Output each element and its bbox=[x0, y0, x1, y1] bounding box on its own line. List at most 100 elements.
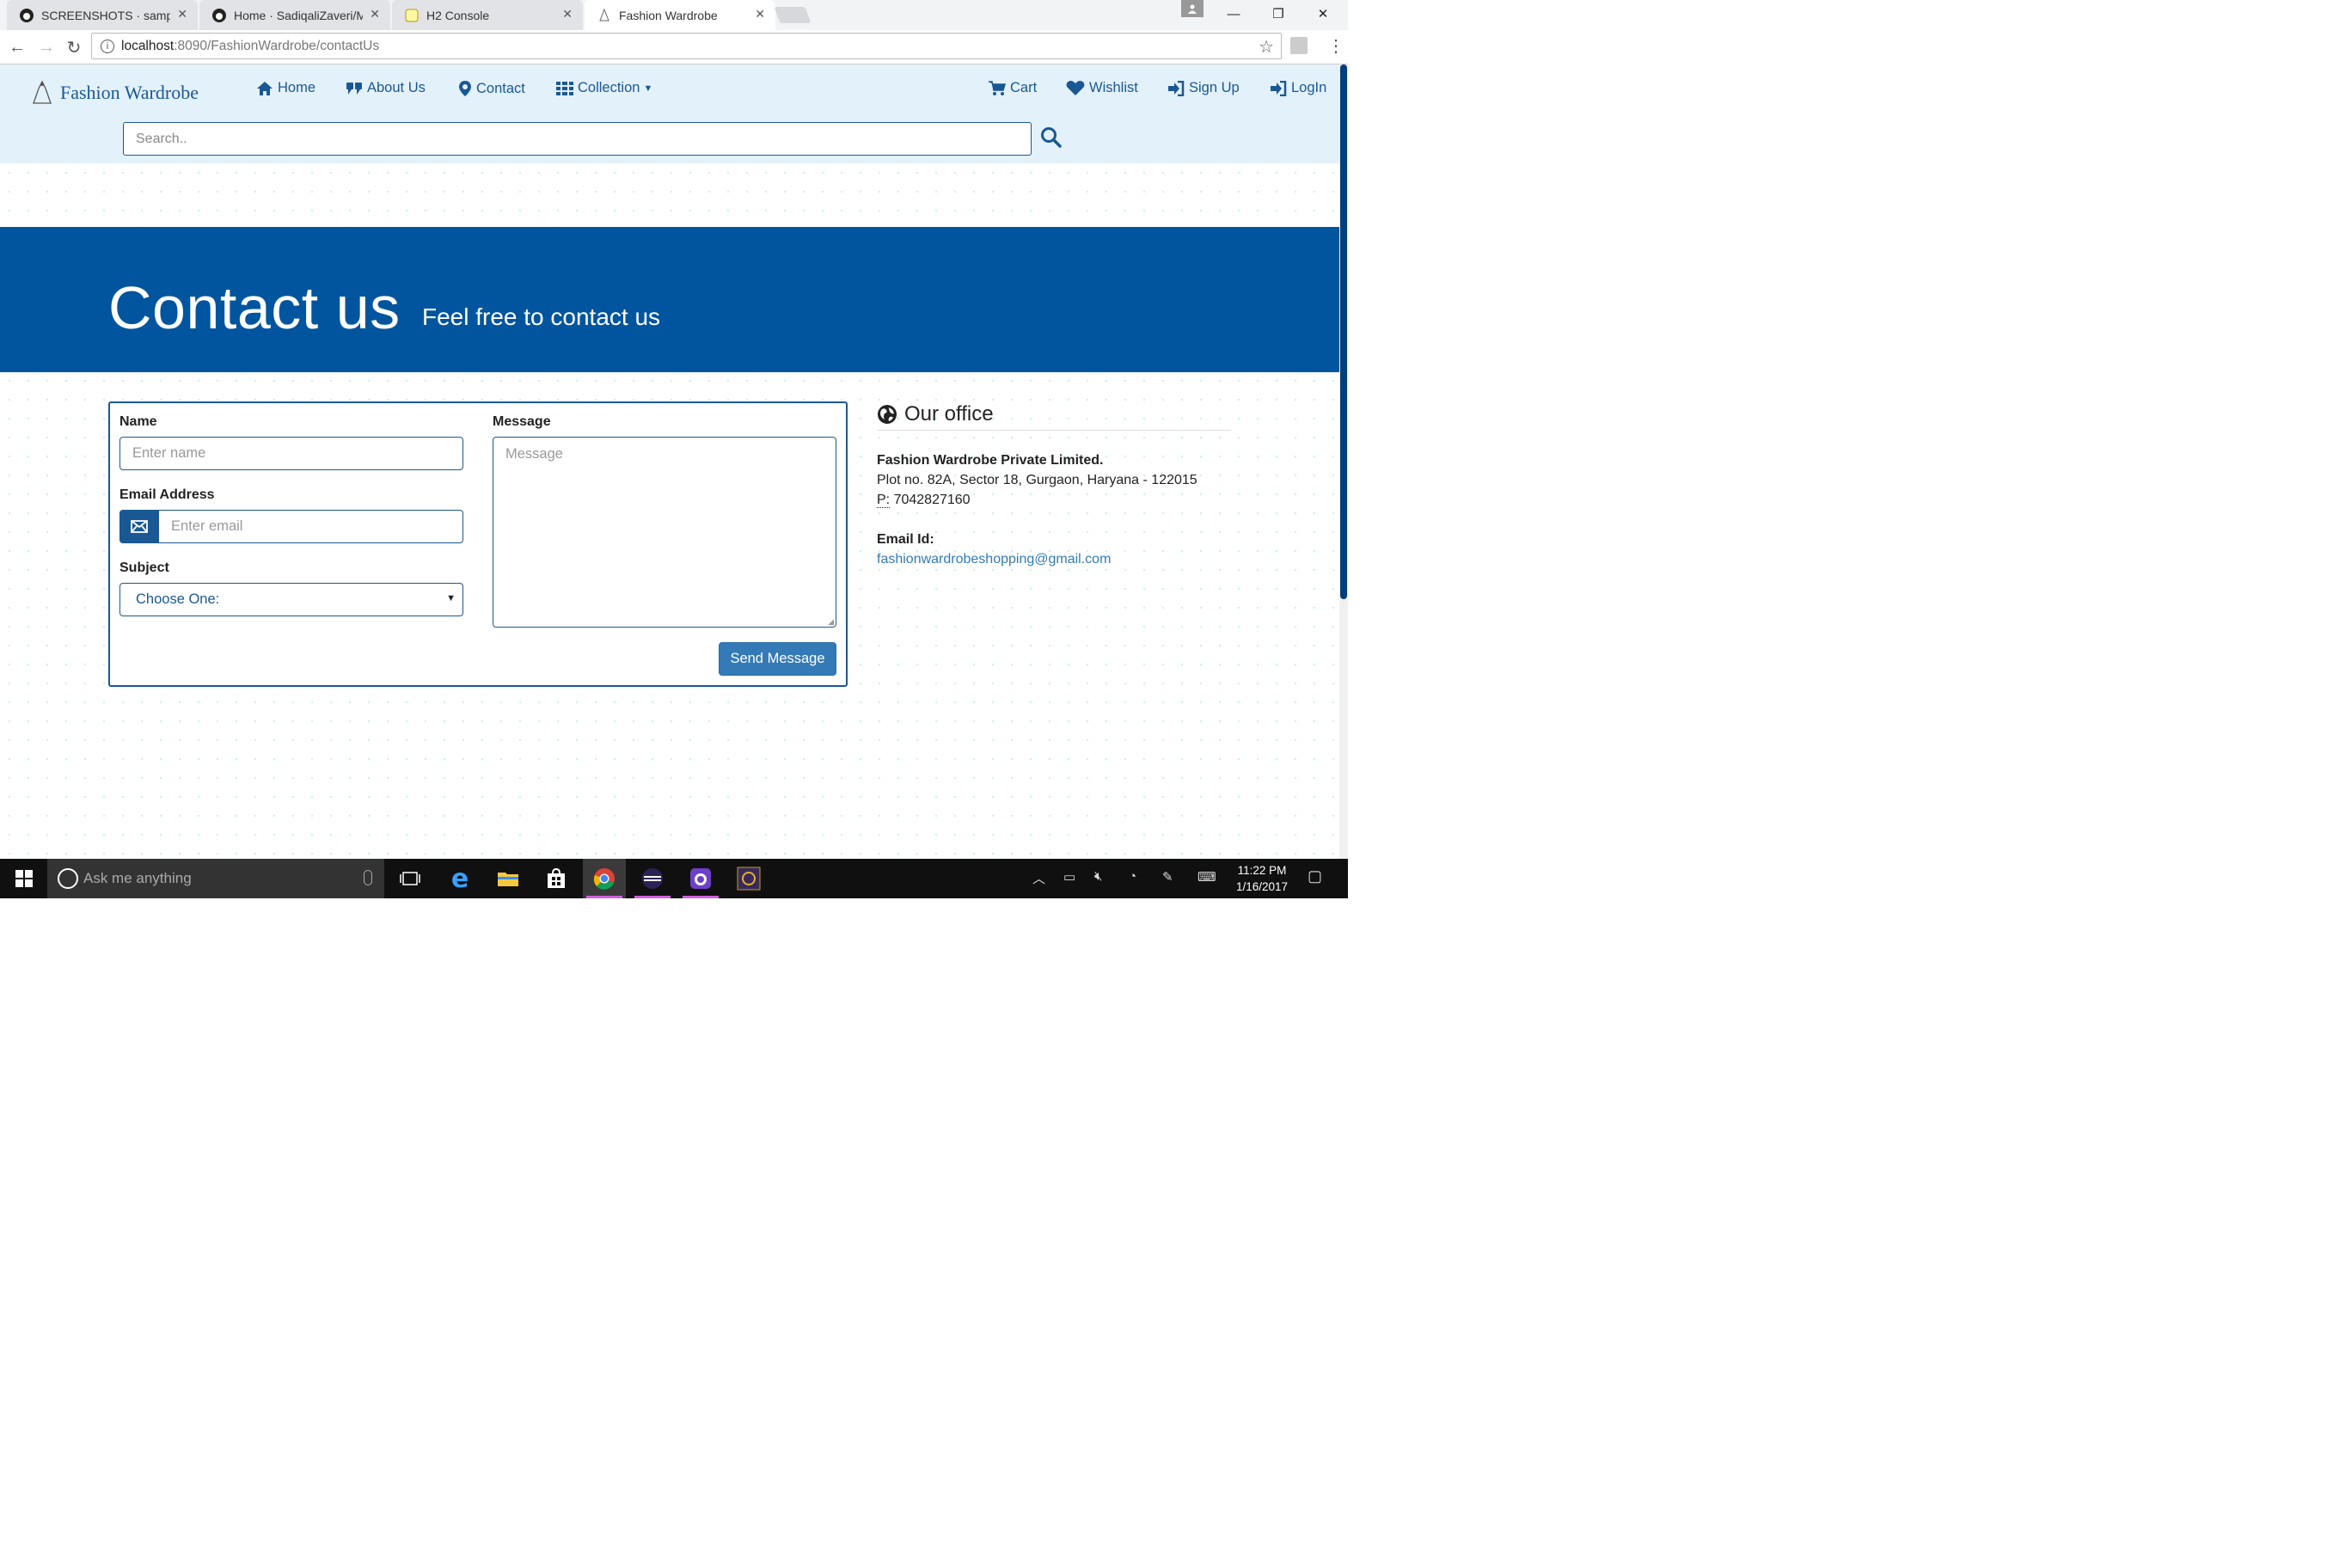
eclipse-icon[interactable] bbox=[631, 859, 674, 898]
github-desktop-icon[interactable] bbox=[679, 859, 722, 898]
info-icon[interactable]: i bbox=[101, 39, 114, 53]
minimize-icon[interactable]: — bbox=[1214, 0, 1253, 28]
tab-label: Home · SadiqaliZaveri/M bbox=[234, 8, 363, 22]
back-arrow-icon[interactable]: ← bbox=[5, 35, 29, 59]
brand-logo[interactable]: Fashion Wardrobe bbox=[31, 80, 199, 106]
office-phone: P: 7042827160 bbox=[877, 493, 971, 508]
company-name: Fashion Wardrobe Private Limited. bbox=[877, 453, 1104, 468]
nav-home-label: Home bbox=[278, 80, 316, 95]
divider bbox=[877, 430, 1231, 431]
file-explorer-icon[interactable] bbox=[487, 859, 530, 898]
office-email-link[interactable]: fashionwardrobeshopping@gmail.com bbox=[877, 552, 1111, 567]
envelope-icon bbox=[119, 510, 159, 543]
h2-icon bbox=[404, 8, 420, 23]
resize-handle-icon[interactable]: ◢ bbox=[828, 617, 834, 627]
wifi-icon[interactable]: ◔ bbox=[1129, 869, 1136, 884]
tab-label: Fashion Wardrobe bbox=[619, 8, 718, 22]
pen-icon[interactable]: ✎ bbox=[1162, 869, 1173, 885]
nav-home[interactable]: Home bbox=[256, 80, 315, 96]
new-tab-button[interactable] bbox=[774, 7, 812, 23]
nav-contact-label: Contact bbox=[476, 80, 525, 96]
nav-about-label: About Us bbox=[367, 80, 426, 95]
show-hidden-icons-icon[interactable]: ︿ bbox=[1032, 869, 1045, 887]
volume-muted-icon[interactable]: 🔇︎ bbox=[1094, 869, 1102, 884]
search-icon[interactable] bbox=[1040, 126, 1063, 149]
clock-date: 1/16/2017 bbox=[1235, 880, 1289, 893]
page-subtitle: Feel free to contact us bbox=[422, 303, 661, 330]
name-placeholder: Enter name bbox=[132, 445, 206, 461]
phone-abbr: P: bbox=[877, 493, 891, 508]
message-label: Message bbox=[493, 414, 551, 429]
keyboard-icon[interactable]: ⌨ bbox=[1197, 869, 1216, 885]
nav-cart-label: Cart bbox=[1010, 80, 1038, 95]
heart-icon bbox=[1066, 81, 1085, 95]
sign-in-icon bbox=[1168, 80, 1185, 96]
nav-wishlist-label: Wishlist bbox=[1089, 80, 1138, 95]
grid-icon bbox=[556, 81, 573, 95]
office-heading: Our office bbox=[877, 402, 994, 426]
subject-label: Subject bbox=[119, 560, 169, 575]
close-tab-icon[interactable]: ✕ bbox=[755, 7, 765, 21]
close-tab-icon[interactable]: ✕ bbox=[562, 7, 573, 21]
extension-icon[interactable] bbox=[1290, 37, 1308, 54]
name-input[interactable]: Enter name bbox=[119, 437, 463, 470]
bookmark-star-icon[interactable]: ☆ bbox=[1259, 36, 1274, 58]
forward-arrow-icon[interactable]: → bbox=[34, 35, 58, 59]
close-tab-icon[interactable]: ✕ bbox=[177, 7, 187, 21]
cart-icon bbox=[989, 80, 1006, 95]
scrollbar-thumb[interactable] bbox=[1340, 64, 1347, 599]
quote-icon bbox=[346, 82, 362, 95]
email-id-label: Email Id: bbox=[877, 532, 934, 547]
nav-sign-up[interactable]: Sign Up bbox=[1167, 80, 1240, 96]
subject-select[interactable]: Choose One: ▼ bbox=[119, 583, 463, 616]
browser-tab-active[interactable]: Fashion Wardrobe ✕ bbox=[585, 0, 775, 30]
caret-down-icon: ▼ bbox=[643, 83, 653, 94]
message-textarea[interactable]: Message ◢ bbox=[493, 437, 836, 628]
email-placeholder: Enter email bbox=[171, 518, 243, 534]
browser-tab[interactable]: Home · SadiqaliZaveri/M ✕ bbox=[199, 0, 390, 30]
nav-collection-dropdown[interactable]: Collection ▼ bbox=[556, 80, 652, 96]
edge-browser-icon[interactable]: e bbox=[438, 859, 481, 898]
microphone-icon[interactable] bbox=[364, 870, 372, 885]
search-placeholder: Search.. bbox=[136, 131, 187, 146]
chrome-icon[interactable] bbox=[583, 859, 626, 898]
profile-icon[interactable] bbox=[1181, 0, 1204, 17]
nav-about-us[interactable]: About Us bbox=[346, 80, 426, 96]
url-path: :8090/FashionWardrobe/contactUs bbox=[174, 38, 380, 53]
nav-wishlist[interactable]: Wishlist bbox=[1066, 80, 1138, 96]
java-ee-ide-icon[interactable] bbox=[727, 859, 770, 898]
battery-icon[interactable]: ▭ bbox=[1063, 869, 1075, 885]
cortana-search-box[interactable]: Ask me anything bbox=[47, 859, 384, 898]
store-icon[interactable] bbox=[535, 859, 578, 898]
tab-label: H2 Console bbox=[426, 8, 490, 22]
subject-value: Choose One: bbox=[136, 591, 220, 607]
email-input[interactable]: Enter email bbox=[158, 510, 463, 543]
restore-icon[interactable]: ❐ bbox=[1259, 0, 1298, 28]
notifications-icon[interactable]: ▢ bbox=[1308, 867, 1322, 885]
map-marker-icon bbox=[459, 81, 471, 96]
send-message-button[interactable]: Send Message bbox=[719, 642, 836, 676]
nav-signup-label: Sign Up bbox=[1189, 80, 1240, 95]
system-clock[interactable]: 11:22 PM 1/16/2017 bbox=[1226, 862, 1298, 895]
close-tab-icon[interactable]: ✕ bbox=[370, 7, 380, 21]
windows-start-icon[interactable] bbox=[3, 859, 46, 898]
nav-cart[interactable]: Cart bbox=[989, 80, 1037, 96]
brand-name: Fashion Wardrobe bbox=[60, 82, 199, 103]
sign-in-icon bbox=[1271, 80, 1287, 96]
close-window-icon[interactable]: ✕ bbox=[1303, 0, 1343, 28]
page-title: Contact us bbox=[108, 274, 401, 341]
nav-contact[interactable]: Contact bbox=[458, 80, 525, 97]
menu-kebab-icon[interactable]: ⋮ bbox=[1327, 35, 1344, 57]
nav-login-label: LogIn bbox=[1291, 80, 1327, 95]
task-view-icon[interactable] bbox=[389, 859, 432, 898]
reload-icon[interactable]: ↻ bbox=[62, 35, 86, 59]
browser-toolbar: ← → ↻ i localhost:8090/FashionWardrobe/c… bbox=[0, 30, 1348, 64]
browser-tab[interactable]: H2 Console ✕ bbox=[392, 0, 583, 30]
browser-tab[interactable]: SCREENSHOTS · sampda/ ✕ bbox=[7, 0, 198, 30]
address-bar[interactable]: i localhost:8090/FashionWardrobe/contact… bbox=[91, 33, 1282, 59]
globe-icon bbox=[878, 405, 897, 424]
search-input[interactable]: Search.. bbox=[123, 122, 1032, 156]
nav-login[interactable]: LogIn bbox=[1270, 80, 1326, 96]
clock-time: 11:22 PM bbox=[1237, 864, 1287, 877]
dress-logo-icon bbox=[31, 80, 53, 106]
